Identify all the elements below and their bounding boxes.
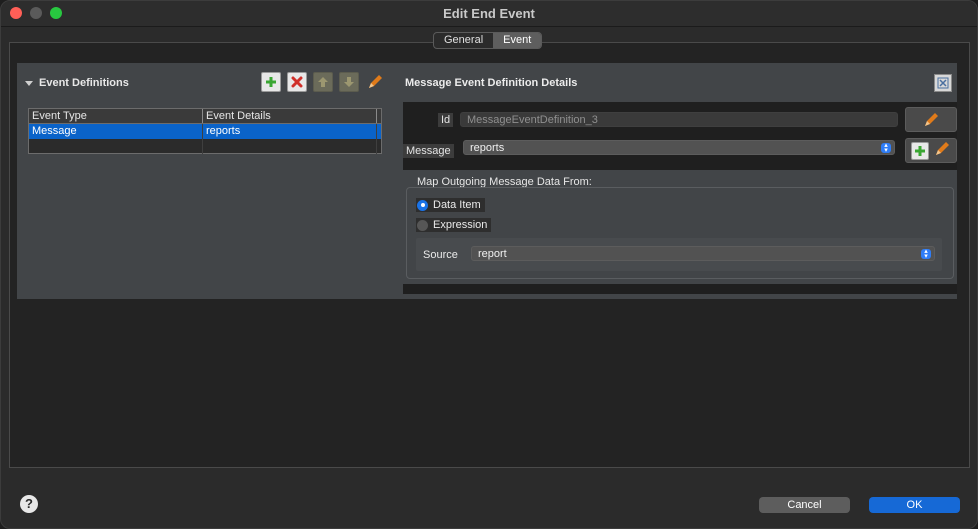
radio-data-item-label: Data Item [433,199,481,211]
pencil-icon [369,75,382,88]
cell-empty [29,139,203,154]
tab-event[interactable]: Event [493,33,542,48]
arrow-up-icon [318,77,328,87]
edit-message-button[interactable] [933,140,951,161]
message-label: Message [403,144,454,158]
edit-id-button[interactable] [905,107,957,132]
radio-data-item[interactable]: Data Item [416,198,485,212]
add-message-button[interactable] [911,141,929,160]
move-down-button[interactable] [339,72,359,92]
column-header-event-type[interactable]: Event Type [29,109,203,123]
pencil-icon [936,142,949,155]
details-title: Message Event Definition Details [405,77,578,89]
delete-definition-button[interactable] [287,72,307,92]
id-field: MessageEventDefinition_3 [460,112,898,127]
arrow-down-icon [344,77,354,87]
event-definitions-header[interactable]: Event Definitions [25,77,129,89]
event-definitions-title: Event Definitions [39,77,129,89]
event-definitions-table: Event Type Event Details Message reports [28,108,382,154]
plus-icon [266,77,276,87]
source-label: Source [423,249,458,261]
dialog-window: Edit End Event General Event Event Defin… [0,0,978,529]
table-row-empty[interactable] [29,139,381,154]
delete-x-icon [291,76,303,88]
ok-button[interactable]: OK [869,497,960,513]
message-actions [905,138,957,163]
title-bar: Edit End Event [1,1,977,27]
cancel-button[interactable]: Cancel [759,497,850,513]
radio-unselected-icon [417,219,428,231]
collapse-triangle-icon[interactable] [25,80,33,86]
table-header: Event Type Event Details [29,109,381,124]
cell-event-details: reports [203,124,377,139]
radio-selected-icon [417,199,428,211]
cell-event-type: Message [29,124,203,139]
message-select-value: reports [470,142,505,154]
table-row[interactable]: Message reports [29,124,381,139]
select-arrows-icon: ▴ ▾ [881,142,891,154]
source-select-value: report [478,248,507,260]
plus-icon [915,145,925,156]
radio-expression[interactable]: Expression [416,218,492,232]
source-select[interactable]: report ▴ ▾ [471,246,935,261]
move-up-button[interactable] [313,72,333,92]
message-select[interactable]: reports ▴ ▾ [463,140,895,155]
add-definition-button[interactable] [261,72,281,92]
select-arrows-icon: ▴ ▾ [921,248,931,260]
tab-general[interactable]: General [434,33,493,48]
close-details-button[interactable] [934,74,952,92]
window-title: Edit End Event [443,6,535,21]
column-header-event-details[interactable]: Event Details [203,109,377,123]
tab-bar: General Event [433,32,543,49]
id-label: Id [438,113,454,127]
pencil-icon [925,112,938,126]
edit-definition-button[interactable] [365,72,385,92]
cell-empty [203,139,377,154]
radio-expression-label: Expression [433,219,488,231]
close-icon [937,77,949,89]
help-button[interactable]: ? [20,495,38,513]
